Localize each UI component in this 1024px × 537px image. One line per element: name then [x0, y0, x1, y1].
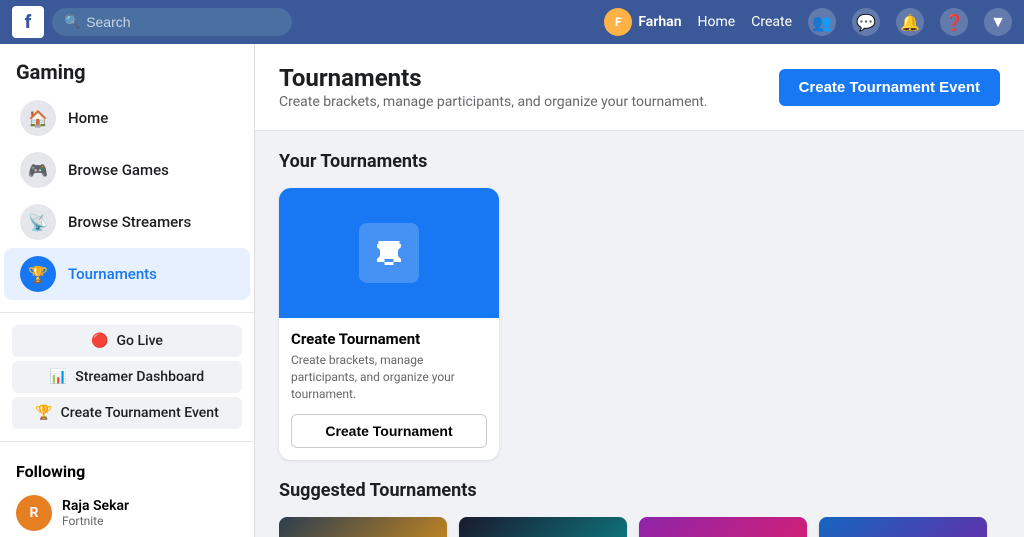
people-icon[interactable]: 👥: [808, 8, 836, 36]
sidebar-item-label: Browse Streamers: [68, 213, 191, 231]
sidebar-item-label: Home: [68, 109, 108, 127]
nav-user[interactable]: F Farhan: [604, 8, 681, 36]
suggested-card[interactable]: ⚽ HAPPENING NOW 1 Play Pro Club Challeng…: [459, 517, 627, 537]
sidebar-divider: [0, 312, 254, 313]
create-tournament-header-button[interactable]: Create Tournament Event: [779, 69, 1000, 106]
nav-create-link[interactable]: Create: [751, 14, 792, 30]
page-subtitle: Create brackets, manage participants, an…: [279, 94, 708, 110]
suggested-card[interactable]: 🔥 THU, APR 23 AT 4:30 AM FREE FIRE - #Ju…: [639, 517, 807, 537]
suggested-section-title: Suggested Tournaments: [279, 480, 1000, 501]
chevron-down-icon[interactable]: ▼: [984, 8, 1012, 36]
suggested-card[interactable]: 🎮 TOURNAMENT ENDED #PlayApartTogether We…: [279, 517, 447, 537]
following-item[interactable]: R Raja Sekar Fortnite: [16, 489, 238, 537]
following-info: Raja Sekar Fortnite: [62, 498, 129, 528]
sidebar-divider-2: [0, 441, 254, 442]
avatar: R: [16, 495, 52, 531]
content-body: Your Tournaments Create Tournament Creat…: [255, 131, 1024, 537]
trophy-icon: 🏆: [35, 405, 52, 421]
create-tournament-card[interactable]: Create Tournament Create brackets, manag…: [279, 188, 499, 460]
search-icon: 🔍: [64, 15, 80, 30]
your-tournaments-section-title: Your Tournaments: [279, 151, 1000, 172]
create-tournament-event-button[interactable]: 🏆 Create Tournament Event: [12, 397, 242, 429]
following-name: Raja Sekar: [62, 498, 129, 514]
page-title: Tournaments: [279, 64, 708, 92]
messenger-icon[interactable]: 💬: [852, 8, 880, 36]
sidebar-section-title: Gaming: [0, 60, 254, 92]
sidebar-item-browse-streamers[interactable]: 📡 Browse Streamers: [4, 196, 250, 248]
go-live-button[interactable]: 🔴 Go Live: [12, 325, 242, 357]
suggested-cards-container: 🎮 TOURNAMENT ENDED #PlayApartTogether We…: [279, 517, 1000, 537]
create-tournament-event-label: Create Tournament Event: [61, 405, 219, 421]
card-image: ⚔️ SAT, APR 25 AT 3:30 AM: [819, 517, 987, 537]
streamer-dashboard-label: Streamer Dashboard: [75, 369, 204, 385]
card-image: 🎮 TOURNAMENT ENDED: [279, 517, 447, 537]
dashboard-icon: 📊: [50, 369, 67, 385]
card-bg: 🔥: [639, 517, 807, 537]
following-title: Following: [16, 462, 238, 481]
streamers-icon: 📡: [20, 204, 56, 240]
main-content: Tournaments Create brackets, manage part…: [255, 44, 1024, 537]
sidebar: Gaming 🏠 Home 🎮 Browse Games 📡 Browse St…: [0, 44, 255, 537]
games-icon: 🎮: [20, 152, 56, 188]
user-name: Farhan: [638, 14, 681, 30]
main-layout: Gaming 🏠 Home 🎮 Browse Games 📡 Browse St…: [0, 44, 1024, 537]
card-body: Create Tournament Create brackets, manag…: [279, 318, 499, 460]
card-bg: ⚽: [459, 517, 627, 537]
tournaments-title-section: Tournaments Create brackets, manage part…: [279, 64, 708, 110]
bell-icon[interactable]: 🔔: [896, 8, 924, 36]
go-live-label: Go Live: [116, 333, 162, 349]
search-input[interactable]: [86, 14, 280, 30]
suggested-tournaments-section: Suggested Tournaments 🎮 TOURNAMENT ENDED…: [279, 480, 1000, 537]
card-image: 🔥 THU, APR 23 AT 4:30 AM: [639, 517, 807, 537]
tournament-card-icon: [359, 223, 419, 283]
facebook-logo: f: [12, 6, 44, 38]
card-image: ⚽ HAPPENING NOW: [459, 517, 627, 537]
sidebar-item-tournaments[interactable]: 🏆 Tournaments: [4, 248, 250, 300]
help-icon[interactable]: ❓: [940, 8, 968, 36]
home-icon: 🏠: [20, 100, 56, 136]
card-description: Create brackets, manage participants, an…: [291, 352, 487, 402]
tournaments-icon: 🏆: [20, 256, 56, 292]
search-bar[interactable]: 🔍: [52, 8, 292, 36]
nav-home-link[interactable]: Home: [698, 14, 736, 30]
card-title: Create Tournament: [291, 330, 487, 348]
card-image: [279, 188, 499, 318]
sidebar-item-browse-games[interactable]: 🎮 Browse Games: [4, 144, 250, 196]
create-tournament-card-button[interactable]: Create Tournament: [291, 414, 487, 448]
suggested-card[interactable]: ⚔️ SAT, APR 25 AT 3:30 AM MOBILE LEGENDS…: [819, 517, 987, 537]
sidebar-item-label: Browse Games: [68, 161, 169, 179]
following-section: Following R Raja Sekar Fortnite G GTA Se…: [0, 454, 254, 537]
go-live-icon: 🔴: [91, 333, 108, 349]
card-bg: ⚔️: [819, 517, 987, 537]
top-nav: f 🔍 F Farhan Home Create 👥 💬 🔔 ❓ ▼: [0, 0, 1024, 44]
following-game: Fortnite: [62, 514, 129, 528]
sidebar-item-label: Tournaments: [68, 265, 157, 283]
avatar: F: [604, 8, 632, 36]
card-bg: 🎮: [279, 517, 447, 537]
tournaments-header: Tournaments Create brackets, manage part…: [255, 44, 1024, 131]
streamer-dashboard-button[interactable]: 📊 Streamer Dashboard: [12, 361, 242, 393]
nav-right: F Farhan Home Create 👥 💬 🔔 ❓ ▼: [604, 8, 1012, 36]
sidebar-item-home[interactable]: 🏠 Home: [4, 92, 250, 144]
